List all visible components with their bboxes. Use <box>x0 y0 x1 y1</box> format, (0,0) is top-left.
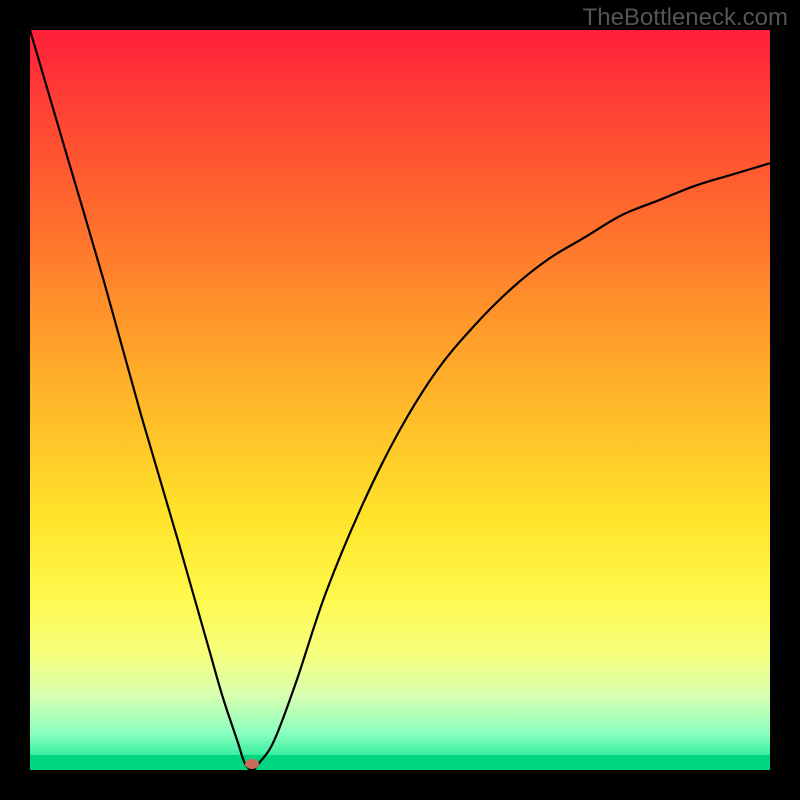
chart-plot-area <box>30 30 770 770</box>
optimal-point-marker <box>245 759 259 769</box>
attribution-text: TheBottleneck.com <box>583 4 788 32</box>
bottleneck-curve-path <box>30 30 770 770</box>
chart-curve-svg <box>30 30 770 770</box>
